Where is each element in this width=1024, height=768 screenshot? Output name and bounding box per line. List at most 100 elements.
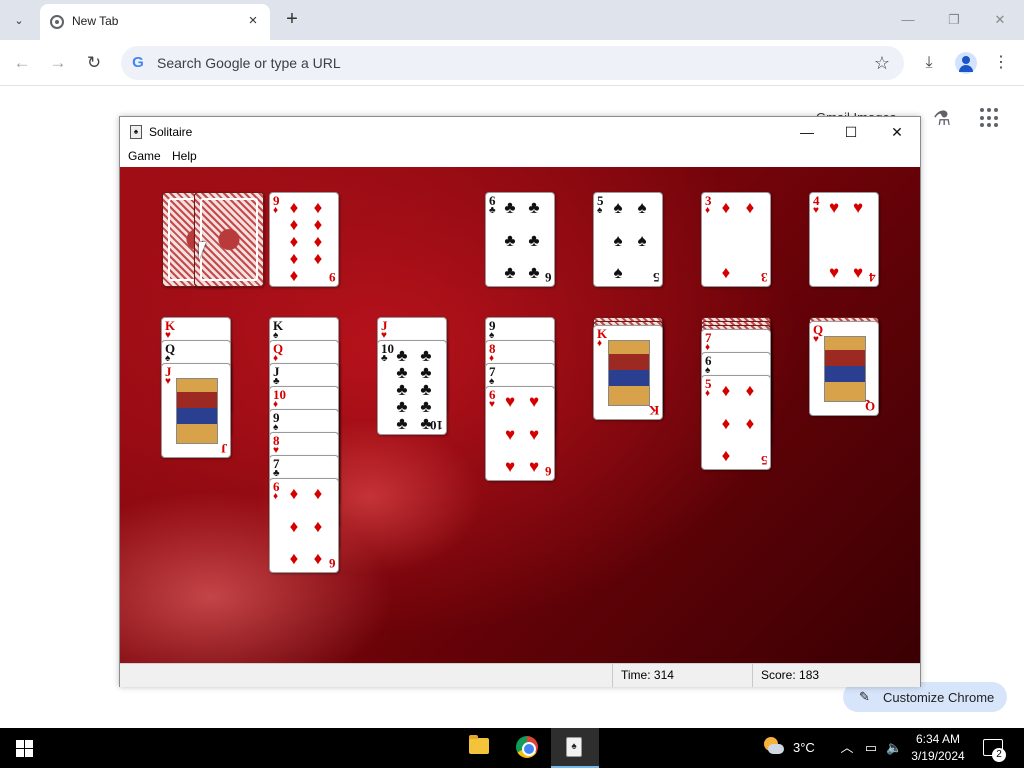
card-rank-bottom: K xyxy=(648,403,659,418)
omnibox-placeholder[interactable]: Search Google or type a URL xyxy=(157,55,341,71)
tableau-card[interactable]: 6 ♥ ♥ ♥ ♥ ♥ ♥ ♥ 6 xyxy=(485,386,555,481)
clock-time: 6:34 AM xyxy=(915,732,961,746)
card-pips: ♥ ♥ ♥ ♥ xyxy=(828,198,864,282)
card-suit: ♠ xyxy=(597,205,603,216)
card-rank-bottom: 5 xyxy=(760,453,768,468)
clock-date: 3/19/2024 xyxy=(911,749,965,763)
google-g-icon: G xyxy=(132,54,144,71)
stock-card-back[interactable] xyxy=(194,192,264,287)
tab-search-chevron-icon[interactable]: ⌄ xyxy=(6,7,32,33)
card-suit: ♥ xyxy=(165,376,171,387)
tab-close-icon[interactable]: × xyxy=(244,12,262,30)
card-rank-bottom: 9 xyxy=(328,270,336,285)
court-card-face-image xyxy=(824,336,866,402)
card-rank-bottom: 10 xyxy=(430,418,443,433)
menu-game[interactable]: Game xyxy=(128,149,161,163)
tableau-card[interactable]: J ♥ J xyxy=(161,363,231,458)
volume-muted-icon[interactable]: 🔈 xyxy=(886,740,902,756)
browser-toolbar: ← → ↻ G Search Google or type a URL ☆ ⤓ … xyxy=(0,40,1024,86)
tab-title: New Tab xyxy=(72,14,119,28)
card-suit: ♣ xyxy=(489,205,496,216)
score-value: 183 xyxy=(799,668,820,682)
tableau-card[interactable]: Q ♥ Q xyxy=(809,321,879,416)
tableau-card[interactable]: K ♦ K xyxy=(593,325,663,420)
notifications-count: 2 xyxy=(992,748,1006,762)
network-icon[interactable]: ▭ xyxy=(863,740,879,756)
temperature[interactable]: 3°C xyxy=(793,740,815,755)
system-clock[interactable]: 6:34 AM 3/19/2024 xyxy=(906,731,970,765)
apps-grid-icon[interactable] xyxy=(980,108,1000,128)
chrome-favicon-icon xyxy=(50,15,64,29)
card-pips: ♦ ♦ ♦ ♦ ♦ ♦ xyxy=(289,484,323,568)
card-rank-bottom: 4 xyxy=(868,270,876,285)
chrome-icon xyxy=(516,736,538,758)
solitaire-status-bar: Time: 314 Score: 183 xyxy=(120,663,920,687)
score-label: Score: xyxy=(761,668,796,682)
new-tab-plus-icon[interactable]: + xyxy=(281,9,303,31)
card-rank-bottom: 6 xyxy=(544,270,552,285)
waste-card[interactable]: 9 ♦ ♦ ♦ ♦ ♦ ♦ ♦ ♦ ♦ ♦ 9 xyxy=(269,192,339,287)
court-card-face-image xyxy=(176,378,218,444)
back-arrow-icon[interactable]: ← xyxy=(10,51,34,75)
solitaire-window: ♠ Solitaire — ☐ ✕ Game Help 9 ♦ ♦ ♦ ♦ ♦ ♦ ♦ ♦ ♦ ♦ 9… xyxy=(119,116,921,687)
tray-chevron-up-icon[interactable]: ︿ xyxy=(839,740,855,756)
card-rank-bottom: 5 xyxy=(652,270,660,285)
solitaire-maximize-icon[interactable]: ☐ xyxy=(836,120,866,144)
weather-partly-cloudy-icon[interactable] xyxy=(762,737,784,755)
card-suit: ♦ xyxy=(705,388,711,399)
menu-kebab-icon[interactable]: ⋮ xyxy=(990,52,1012,74)
bookmark-star-icon[interactable]: ☆ xyxy=(874,53,890,74)
card-pips: ♠ ♠ ♠ ♠ ♠ xyxy=(613,198,647,282)
card-pips: ♦ ♦ ♦ ♦ ♦ xyxy=(721,381,755,465)
download-icon[interactable]: ⤓ xyxy=(918,52,940,74)
menu-help[interactable]: Help xyxy=(172,149,197,163)
card-suit: ♦ xyxy=(273,205,279,216)
card-rank-bottom: J xyxy=(220,441,228,456)
customize-chrome-label: Customize Chrome xyxy=(883,689,995,705)
profile-avatar-icon[interactable] xyxy=(955,52,977,74)
card-suit: ♣ xyxy=(381,353,388,364)
tableau-card[interactable]: 5 ♦ ♦ ♦ ♦ ♦ ♦ 5 xyxy=(701,375,771,470)
solitaire-title: Solitaire xyxy=(149,125,193,139)
windows-start-icon[interactable] xyxy=(16,740,33,757)
solitaire-minimize-icon[interactable]: — xyxy=(792,120,822,144)
card-suit: ♥ xyxy=(813,334,819,345)
solitaire-close-icon[interactable]: ✕ xyxy=(882,120,912,144)
foundation-card[interactable]: 6 ♣ ♣ ♣ ♣ ♣ ♣ ♣ 6 xyxy=(485,192,555,287)
card-table[interactable]: 9 ♦ ♦ ♦ ♦ ♦ ♦ ♦ ♦ ♦ ♦ 9 6 ♣ ♣ ♣ ♣ ♣ ♣ ♣ 6 5 ♠ ♠ ♠ ♠ ♠ ♠ 5 3 ♦ ♦ ♦ ♦ 3 4 ♥ ♥ ♥ ♥… xyxy=(120,167,920,663)
tableau-card[interactable]: 6 ♦ ♦ ♦ ♦ ♦ ♦ ♦ 6 xyxy=(269,478,339,573)
card-suit: ♥ xyxy=(813,205,819,216)
tab-new-tab[interactable]: New Tab × xyxy=(40,4,270,40)
card-rank-bottom: Q xyxy=(864,399,875,414)
foundation-card[interactable]: 4 ♥ ♥ ♥ ♥ ♥ 4 xyxy=(809,192,879,287)
score-readout: Score: 183 xyxy=(752,664,912,687)
card-pips: ♦ ♦ ♦ xyxy=(721,198,755,282)
card-suit: ♦ xyxy=(597,338,603,349)
solitaire-app-icon: ♠ xyxy=(130,125,142,139)
card-suit: ♥ xyxy=(489,399,495,410)
close-window-icon[interactable]: ✕ xyxy=(990,10,1010,30)
forward-arrow-icon[interactable]: → xyxy=(46,51,70,75)
card-suit: ♦ xyxy=(273,491,279,502)
labs-flask-icon[interactable]: ⚗ xyxy=(930,106,954,130)
card-suit: ♦ xyxy=(705,205,711,216)
reload-icon[interactable]: ↻ xyxy=(82,51,106,75)
foundation-card[interactable]: 5 ♠ ♠ ♠ ♠ ♠ ♠ 5 xyxy=(593,192,663,287)
time-readout: Time: 314 xyxy=(612,664,752,687)
card-rank-bottom: 6 xyxy=(328,556,336,571)
time-value: 314 xyxy=(653,668,674,682)
foundation-card[interactable]: 3 ♦ ♦ ♦ ♦ 3 xyxy=(701,192,771,287)
file-explorer-icon xyxy=(469,735,489,754)
card-rank-bottom: 6 xyxy=(544,464,552,479)
card-pips: ♦ ♦ ♦ ♦ ♦ ♦ ♦ ♦ ♦ xyxy=(289,198,323,285)
minimize-icon[interactable]: — xyxy=(898,10,918,30)
mouse-cursor-icon xyxy=(199,242,206,260)
tableau-card[interactable]: 10 ♣ ♣ ♣ ♣ ♣ ♣ ♣ ♣ ♣ ♣ ♣ 10 xyxy=(377,340,447,435)
omnibox[interactable]: G Search Google or type a URL ☆ xyxy=(121,46,904,80)
restore-icon[interactable]: ❐ xyxy=(944,10,964,30)
solitaire-menubar: Game Help xyxy=(120,146,920,167)
card-pips: ♣ ♣ ♣ ♣ ♣ ♣ xyxy=(504,198,540,282)
time-label: Time: xyxy=(621,668,651,682)
solitaire-titlebar[interactable]: ♠ Solitaire — ☐ ✕ xyxy=(120,117,920,146)
card-pips: ♥ ♥ ♥ ♥ ♥ ♥ xyxy=(504,392,540,476)
